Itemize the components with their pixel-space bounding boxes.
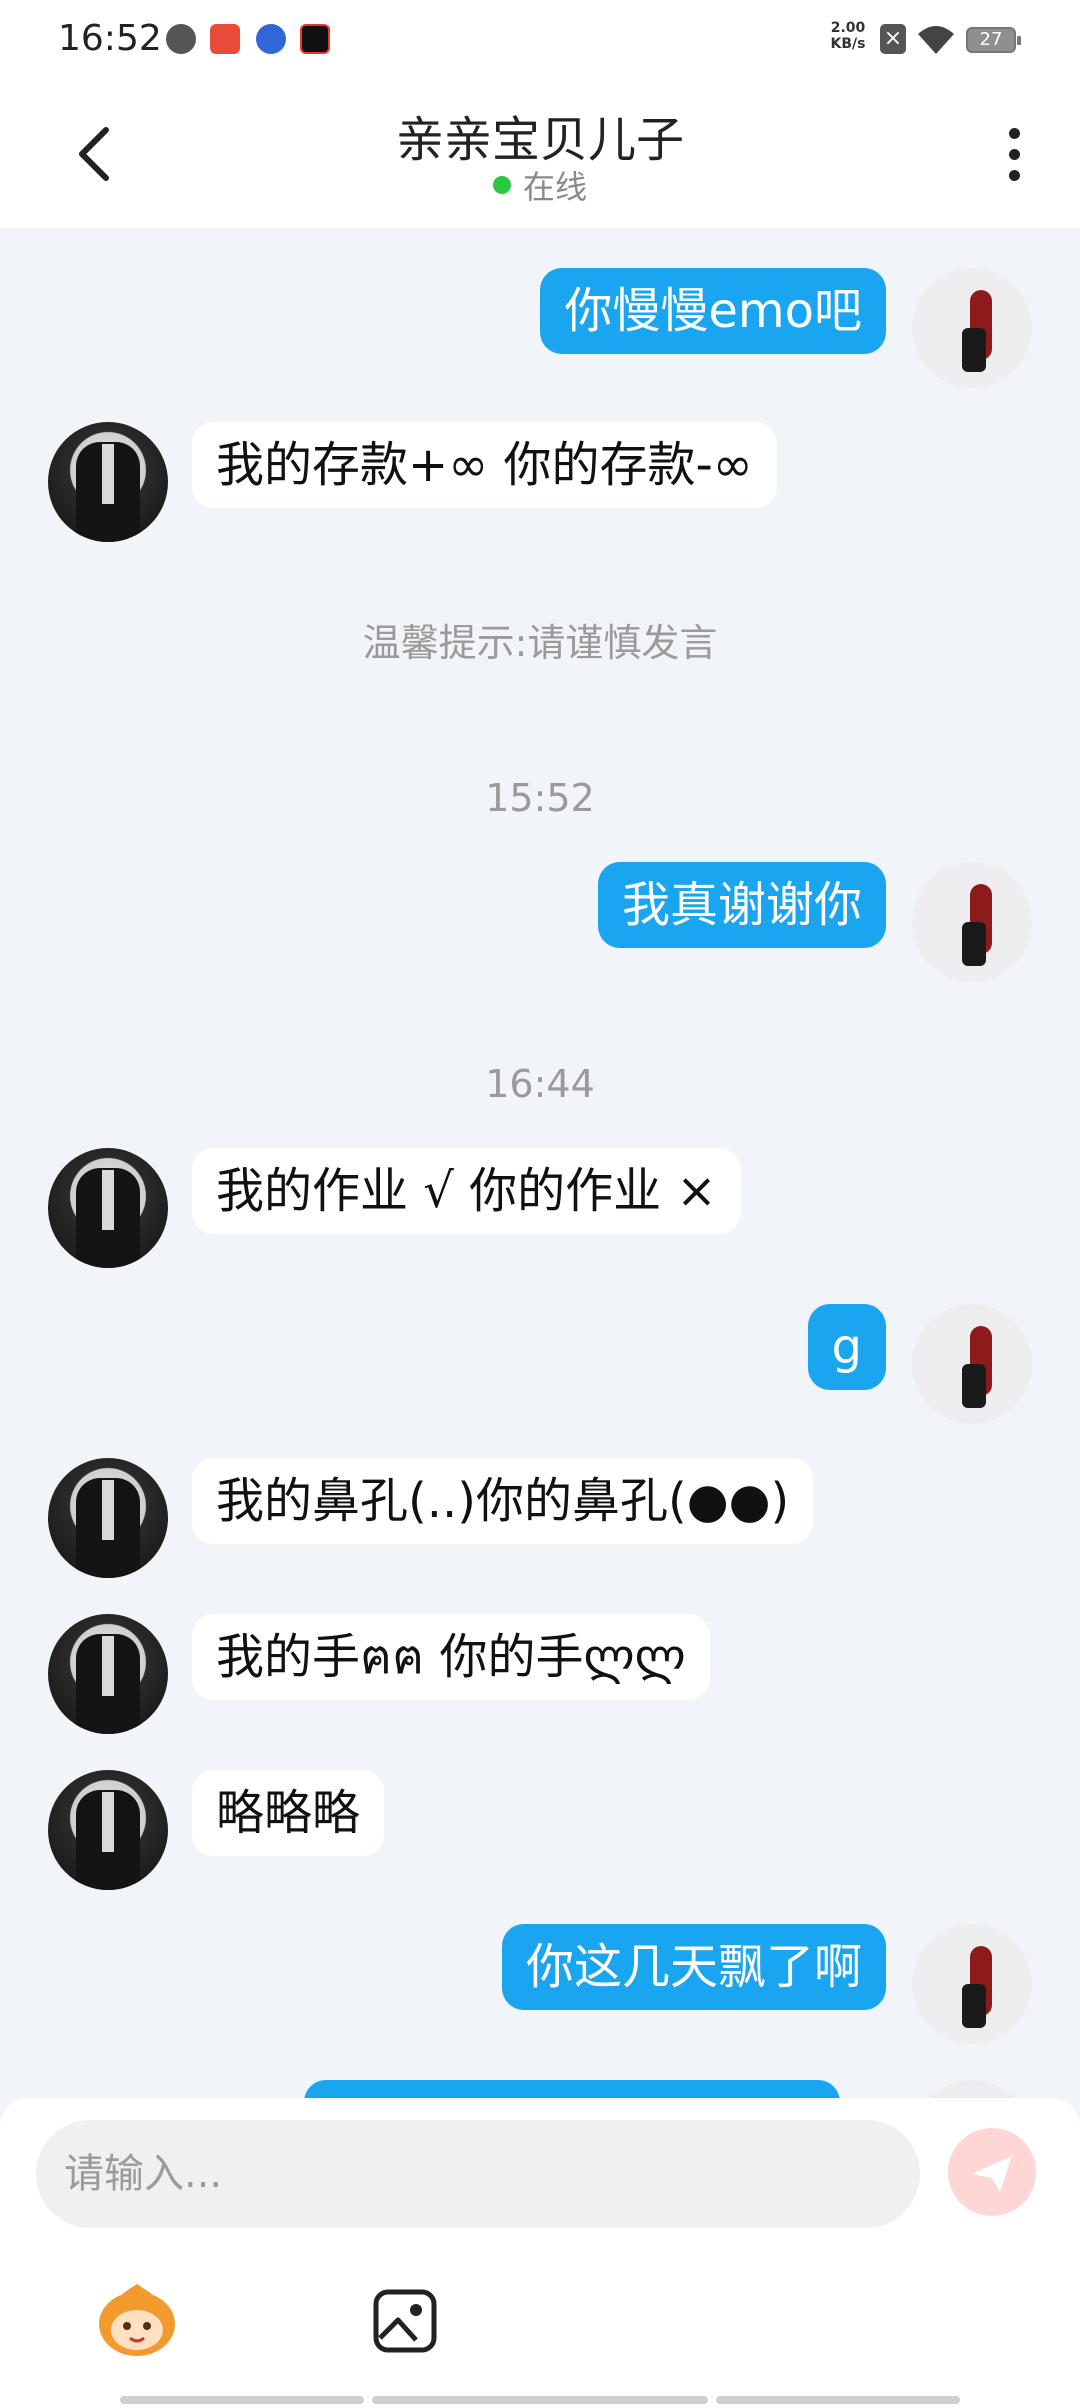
network-speed: 2.00 KB/s <box>826 20 870 52</box>
status-bar: 16:52 2.00 KB/s × 27 <box>0 0 1080 84</box>
my-avatar[interactable] <box>912 2080 1032 2098</box>
top-bar: 16:52 2.00 KB/s × 27 亲亲宝贝儿子 在线 <box>0 0 1080 228</box>
status-time: 16:52 <box>58 18 162 59</box>
message-input[interactable]: 请输入... <box>36 2120 920 2228</box>
online-dot-icon <box>492 176 511 194</box>
battery-indicator: 27 <box>966 27 1021 53</box>
my-message-bubble[interactable]: 你慢慢emo吧 <box>540 268 886 354</box>
image-icon[interactable] <box>372 2288 438 2354</box>
my-avatar[interactable] <box>912 862 1032 982</box>
contact-message-bubble[interactable]: 略略略 <box>192 1770 385 1856</box>
message-timestamp: 16:44 <box>485 1062 595 1106</box>
gesture-bar-segment <box>372 2396 708 2404</box>
contact-avatar[interactable] <box>48 1458 168 1578</box>
my-avatar[interactable] <box>912 1304 1032 1424</box>
input-area: 请输入... <box>0 2098 1080 2408</box>
my-message-bubble-partial[interactable] <box>304 2080 840 2098</box>
chat-title: 亲亲宝贝儿子 <box>395 112 684 168</box>
network-speed-value: 2.00 <box>830 20 866 36</box>
online-status: 在线 <box>0 162 1080 208</box>
contact-avatar[interactable] <box>48 1148 168 1268</box>
my-message-bubble[interactable]: g <box>807 1304 886 1390</box>
my-message-bubble[interactable]: 我真谢谢你 <box>597 862 886 948</box>
gesture-bar-segment <box>120 2396 364 2404</box>
contact-message-bubble[interactable]: 我的手ฅฅ 你的手ლლ <box>192 1614 710 1700</box>
my-avatar[interactable] <box>912 268 1032 388</box>
wifi-icon <box>918 26 954 54</box>
globe-icon <box>166 24 196 54</box>
app-notification-icon <box>210 24 240 54</box>
system-notice: 温馨提示:请谨慎发言 <box>362 621 718 665</box>
network-speed-unit: KB/s <box>830 36 866 52</box>
more-vertical-icon[interactable] <box>1000 128 1028 188</box>
message-timestamp: 15:52 <box>485 776 595 820</box>
my-avatar[interactable] <box>912 1924 1032 2044</box>
gesture-bar-segment <box>716 2396 960 2404</box>
contact-avatar[interactable] <box>48 422 168 542</box>
send-icon[interactable] <box>948 2128 1036 2216</box>
contact-avatar[interactable] <box>48 1614 168 1734</box>
contact-message-bubble[interactable]: 我的作业 √ 你的作业 × <box>192 1148 741 1234</box>
contact-avatar[interactable] <box>48 1770 168 1890</box>
emoji-mascot-icon[interactable] <box>92 2280 182 2360</box>
baidu-icon <box>256 24 286 54</box>
chat-message-list[interactable]: 你慢慢emo吧 我的存款+∞ 你的存款-∞ 温馨提示:请谨慎发言 15:52 我… <box>0 228 1080 2098</box>
video-app-icon <box>300 24 330 54</box>
my-message-bubble[interactable]: 你这几天飘了啊 <box>501 1924 886 2010</box>
no-sim-icon: × <box>880 24 906 54</box>
contact-message-bubble[interactable]: 我的存款+∞ 你的存款-∞ <box>192 422 777 508</box>
online-status-label: 在线 <box>522 168 587 206</box>
contact-message-bubble[interactable]: 我的鼻孔(..)你的鼻孔(●●) <box>192 1458 814 1544</box>
